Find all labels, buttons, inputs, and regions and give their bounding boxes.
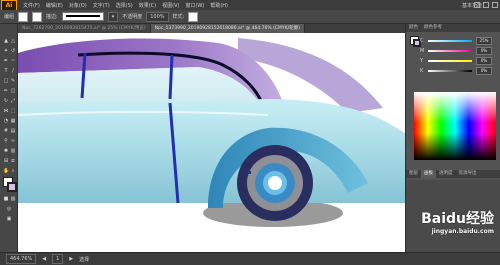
menu-help[interactable]: 帮助(H) [210, 2, 228, 9]
stroke-profile[interactable] [61, 12, 104, 21]
opacity-label: 不透明度 [122, 14, 143, 20]
tab-color[interactable]: 颜色 [406, 24, 421, 32]
window-controls [474, 2, 498, 8]
tab-layers[interactable]: 图层 [406, 170, 421, 178]
rectangle-tool-icon[interactable]: □ [3, 78, 9, 84]
tools-panel: ▲ △ ✦ ↺ ✒ ~ T / □ ✎ ✏ ◫ ↻ ⤢ ⋈ ⬚ ◔ ▦ # ▤ … [0, 24, 18, 252]
draw-mode-icon[interactable]: ◎ [6, 206, 12, 212]
close-icon[interactable] [492, 2, 498, 8]
artboard-canvas[interactable] [18, 33, 405, 252]
pencil-tool-icon[interactable]: ✏ [3, 88, 9, 94]
car-illustration[interactable] [18, 33, 405, 252]
menu-effect[interactable]: 效果(C) [139, 2, 156, 9]
stroke-swatch[interactable] [32, 11, 43, 22]
tab-transparency[interactable]: 透明度 [436, 170, 456, 178]
free-transform-icon[interactable]: ⬚ [10, 108, 16, 114]
stroke-label: 描边: [46, 14, 58, 20]
document-tabs: Npc_7262700_2019092815470.ai* @ 25% (CMY… [18, 24, 405, 33]
screen-mode-icon[interactable]: ▣ [6, 216, 12, 222]
line-tool-icon[interactable]: / [10, 68, 16, 74]
slider-black[interactable]: K 0% [420, 67, 492, 75]
minimize-icon[interactable] [474, 2, 480, 8]
brush-dropdown[interactable]: ▾ [107, 11, 119, 22]
control-bar: 编组 描边: ▾ 不透明度 100% 样式: [0, 10, 500, 24]
app-logo: Ai [1, 0, 17, 11]
selection-tool-icon[interactable]: ▲ [3, 38, 9, 44]
eraser-icon[interactable]: ◫ [10, 88, 16, 94]
hand-tool-icon[interactable]: ✋ [3, 168, 9, 174]
tab-color-guide[interactable]: 颜色参考 [421, 24, 445, 32]
tab-artboards[interactable]: 画板 [421, 170, 436, 178]
zoom-tool-icon[interactable]: ⌕ [10, 168, 16, 174]
maximize-icon[interactable] [483, 2, 489, 8]
selection-type: 编组 [4, 14, 15, 20]
artboard-nav-prev[interactable]: ◀ [42, 256, 46, 262]
eyedropper-icon[interactable]: ⚲ [3, 138, 9, 144]
style-swatch[interactable] [188, 11, 199, 22]
slider-cyan[interactable]: C 25% [420, 37, 492, 45]
width-tool-icon[interactable]: ⋈ [3, 108, 9, 114]
artboard-nav-next[interactable]: ▶ [69, 256, 73, 262]
blend-tool-icon[interactable]: ∞ [10, 138, 16, 144]
shape-builder-icon[interactable]: ◔ [3, 118, 9, 124]
symbol-sprayer-icon[interactable]: ✺ [3, 148, 9, 154]
stroke-color-box[interactable] [7, 182, 17, 192]
graph-tool-icon[interactable]: ▥ [10, 148, 16, 154]
artboard-tool-icon[interactable]: ⊞ [3, 158, 9, 164]
slider-yellow[interactable]: Y 0% [420, 57, 492, 65]
menu-view[interactable]: 视图(V) [162, 2, 179, 9]
menu-window[interactable]: 窗口(W) [185, 2, 204, 9]
curvature-tool-icon[interactable]: ~ [10, 58, 16, 64]
menu-type[interactable]: 文字(T) [93, 2, 110, 9]
watermark: Baidu经验 jingyan.baidu.com [421, 211, 494, 235]
rotate-tool-icon[interactable]: ↻ [3, 98, 9, 104]
artboard-number[interactable]: 1 [52, 254, 64, 264]
anchor-point [301, 193, 304, 196]
anchor-point [248, 171, 251, 174]
menu-bar: Ai 文件(F) 编辑(E) 对象(O) 文字(T) 选择(S) 效果(C) 视… [0, 0, 500, 11]
gradient-mode-icon[interactable]: ▧ [10, 196, 16, 202]
zoom-level[interactable]: 464.76% [6, 254, 37, 264]
tab-document-1[interactable]: Npc_7262700_2019092815470.ai* @ 25% (CMY… [18, 24, 151, 33]
fill-swatch[interactable] [18, 11, 29, 22]
b-pillar [168, 54, 174, 100]
mesh-tool-icon[interactable]: # [3, 128, 9, 134]
color-panel-tabs: 颜色 颜色参考 [406, 24, 500, 32]
perspective-grid-icon[interactable]: ▦ [10, 118, 16, 124]
color-mode-icon[interactable]: ■ [3, 196, 9, 202]
pen-tool-icon[interactable]: ✒ [3, 58, 9, 64]
scale-tool-icon[interactable]: ⤢ [10, 98, 16, 104]
paintbrush-icon[interactable]: ✎ [10, 78, 16, 84]
color-spectrum[interactable] [414, 92, 496, 160]
direct-selection-tool-icon[interactable]: △ [10, 38, 16, 44]
menu-edit[interactable]: 编辑(E) [46, 2, 63, 9]
hub-cap [268, 176, 282, 190]
lasso-icon[interactable]: ↺ [10, 48, 16, 54]
menu-file[interactable]: 文件(F) [23, 2, 40, 9]
type-tool-icon[interactable]: T [3, 68, 9, 74]
gradient-tool-icon[interactable]: ▤ [10, 128, 16, 134]
menu-select[interactable]: 选择(S) [116, 2, 133, 9]
slice-tool-icon[interactable]: ⧄ [10, 158, 16, 164]
slider-magenta[interactable]: M 0% [420, 47, 492, 55]
tab-document-2[interactable]: Npc_5373990_20190928152618086.ai* @ 464.… [150, 24, 305, 33]
menu-object[interactable]: 对象(O) [69, 2, 87, 9]
magic-wand-icon[interactable]: ✦ [3, 48, 9, 54]
layers-panel-tabs: 图层 画板 透明度 资源导出 [406, 170, 500, 178]
tab-asset-export[interactable]: 资源导出 [456, 170, 480, 178]
status-bar: 464.76% ◀ 1 ▶ 选择 [0, 252, 500, 265]
current-tool-label: 选择 [79, 256, 90, 263]
opacity-input[interactable]: 100% [146, 11, 169, 22]
style-label: 样式: [172, 14, 185, 20]
